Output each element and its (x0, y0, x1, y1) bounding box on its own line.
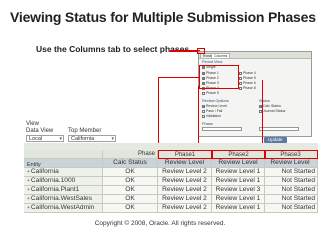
phase-header-row: Phase Phase1 Phase2 Phase3 (24, 150, 318, 159)
phase-checkbox[interactable]: Phase 6 (239, 81, 256, 85)
data-view-label: Data View (26, 128, 54, 134)
review-option[interactable]: Validation (202, 114, 221, 118)
phase2-cell: Review Level 1 (212, 204, 265, 213)
column-header[interactable]: Review Level (212, 159, 265, 168)
checkbox-icon (202, 91, 205, 95)
column-header[interactable]: Calc Status (103, 159, 158, 168)
entity-cell[interactable]: +California (24, 168, 103, 177)
review-option[interactable]: Review Level (202, 104, 227, 108)
phase2-cell: Review Level 1 (212, 177, 265, 186)
review-option[interactable]: Pass / Fail (202, 109, 222, 113)
view-label: View (26, 121, 39, 127)
slide-subtitle: Use the Columns tab to select phases. (36, 44, 192, 54)
expand-icon[interactable]: + (27, 187, 30, 193)
phase2-cell: Review Level 1 (212, 168, 265, 177)
review-options-label: Review Options (202, 99, 229, 103)
entity-cell[interactable]: +California.WestAdmin (24, 204, 103, 213)
phase-header: Phase2 (212, 150, 265, 159)
calc-status-cell: OK (103, 177, 158, 186)
phase-checkbox[interactable]: Phase 4 (239, 71, 256, 75)
expand-icon[interactable]: + (27, 205, 30, 211)
chevron-down-icon: ▾ (59, 136, 62, 142)
phase2-cell: Review Level 3 (212, 186, 265, 195)
phase1-cell: Review Level 2 (158, 204, 212, 213)
calc-status-cell: OK (103, 186, 158, 195)
expand-icon[interactable]: + (27, 178, 30, 184)
callout-line (262, 80, 263, 144)
table-row[interactable]: +California.WestSales OK Review Level 2 … (24, 195, 318, 204)
phase1-cell: Review Level 2 (158, 195, 212, 204)
callout-columns-tab (197, 48, 205, 54)
table-row[interactable]: +California.Plant1 OK Review Level 2 Rev… (24, 186, 318, 195)
entity-cell[interactable]: +California.1000 (24, 177, 103, 186)
chevron-down-icon: ▾ (111, 136, 114, 142)
callout-line (170, 50, 200, 52)
phase-field[interactable] (202, 127, 242, 131)
table-row[interactable]: +California.WestAdmin OK Review Level 2 … (24, 204, 318, 213)
slide-title: Viewing Status for Multiple Submission P… (10, 9, 316, 25)
top-member-select[interactable]: California ▾ (68, 135, 116, 142)
table-row[interactable]: +California.1000 OK Review Level 2 Revie… (24, 177, 318, 186)
checkbox-icon (202, 114, 205, 118)
checkbox-icon (239, 81, 242, 85)
phase-label: Phase (202, 122, 213, 126)
phase3-cell: Not Started (265, 195, 318, 204)
phase1-cell: Review Level 2 (158, 177, 212, 186)
phase1-cell: Review Level 2 (158, 186, 212, 195)
column-header[interactable]: Review Level (158, 159, 212, 168)
phase-checkbox[interactable]: Phase 5 (239, 76, 256, 80)
status-label: Status (259, 99, 270, 103)
callout-line (158, 77, 159, 144)
phase3-cell: Not Started (265, 186, 318, 195)
top-member-label: Top Member (68, 128, 102, 134)
callout-line (198, 86, 199, 144)
entity-cell[interactable]: +California.Plant1 (24, 186, 103, 195)
callout-line (158, 77, 199, 78)
data-view-select[interactable]: Local ▾ (26, 135, 64, 142)
phase-header-label: Phase (103, 150, 158, 159)
table-row[interactable]: +California OK Review Level 2 Review Lev… (24, 168, 318, 177)
callout-line (198, 86, 200, 87)
calc-status-cell: OK (103, 195, 158, 204)
option-field[interactable] (259, 127, 299, 131)
calc-status-cell: OK (103, 204, 158, 213)
copyright-footer: Copyright © 2008, Oracle. All rights res… (94, 220, 226, 227)
expand-icon[interactable]: + (27, 196, 30, 202)
period-view-label: Period View (202, 60, 223, 64)
checkbox-icon (239, 71, 242, 75)
phase1-cell: Review Level 2 (158, 168, 212, 177)
phase-header: Phase3 (265, 150, 318, 159)
phase3-cell: Not Started (265, 177, 318, 186)
entity-cell[interactable]: +California.WestSales (24, 195, 103, 204)
phase2-cell: Review Level 1 (212, 195, 265, 204)
phase-checkbox[interactable]: Phase 8 (239, 86, 256, 90)
phase3-cell: Not Started (265, 168, 318, 177)
phase-checkbox[interactable]: Phase 5 (202, 91, 219, 95)
checkbox-icon (239, 86, 242, 90)
update-button[interactable]: Update (264, 137, 287, 143)
column-header-row: Entity Calc Status Review Level Review L… (24, 159, 318, 168)
checkbox-icon (202, 109, 205, 113)
phase-header: Phase1 (158, 150, 212, 159)
checkbox-icon (239, 76, 242, 80)
entity-header[interactable]: Entity (24, 159, 103, 168)
options-panel: Rows Columns Period View Single Phase 1 … (198, 51, 312, 137)
phase-header-spacer (24, 150, 103, 159)
phase3-cell: Not Started (265, 204, 318, 213)
callout-phase-selection (199, 65, 239, 89)
tab-columns[interactable]: Columns (211, 53, 231, 58)
expand-icon[interactable]: + (27, 169, 30, 175)
column-header[interactable]: Review Level (265, 159, 318, 168)
checkbox-icon (202, 104, 205, 108)
calc-status-cell: OK (103, 168, 158, 177)
